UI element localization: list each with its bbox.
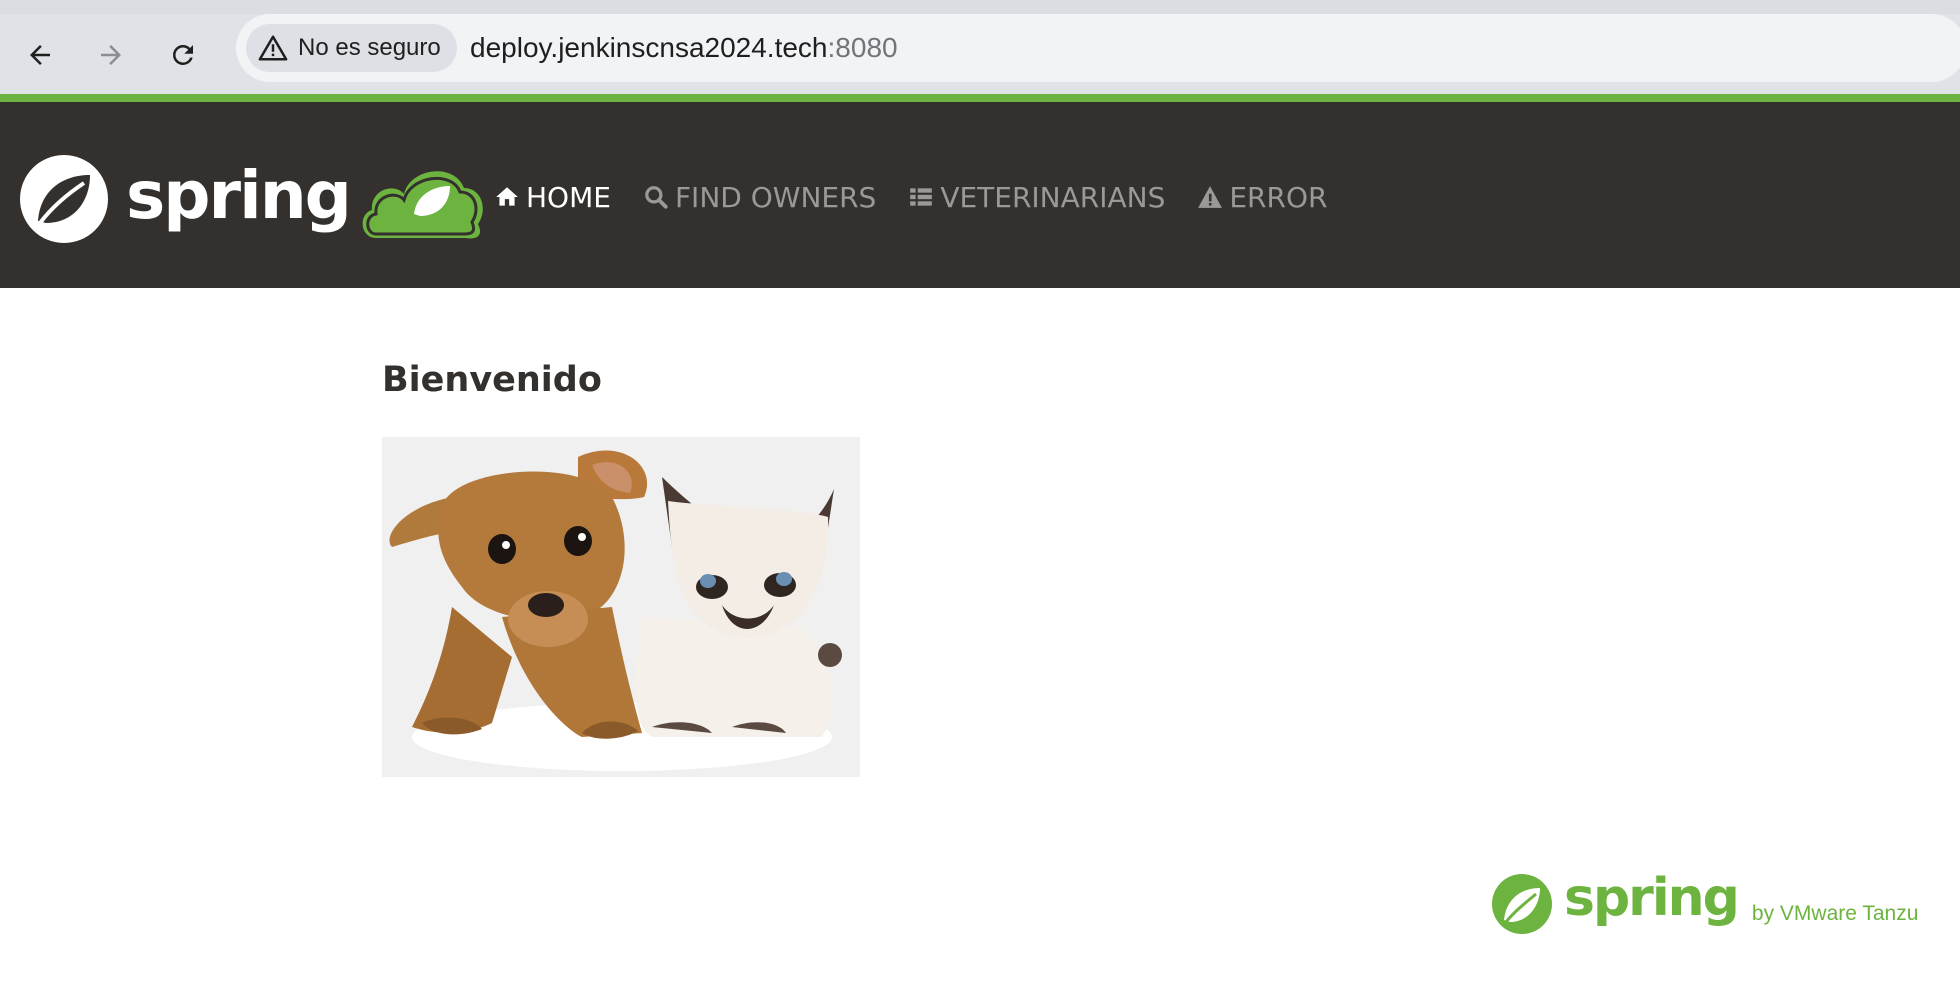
footer-wordmark: spring [1564,868,1740,928]
cloud-leaf-icon [362,171,483,239]
footer-tagline: by VMware Tanzu [1751,902,1919,925]
nav-find-owners-label: FIND OWNERS [674,180,877,214]
back-button[interactable] [13,28,67,82]
arrow-right-icon [101,45,121,65]
forward-button[interactable] [84,28,138,82]
page-title: Bienvenido [382,360,602,400]
main-content: Bienvenido [382,360,602,400]
reload-button[interactable] [156,28,210,82]
nav-home[interactable]: HOME [494,172,627,222]
reload-icon [173,45,193,65]
url-text[interactable]: deploy.jenkinscnsa2024.tech:8080 [470,32,898,64]
page-accent-bar [0,94,1960,102]
search-icon [645,186,668,209]
app-navbar: spring HOME FIND OWNERS VETERINARIANS ER… [0,102,1960,288]
security-label: No es seguro [298,34,441,61]
address-bar[interactable]: No es seguro deploy.jenkinscnsa2024.tech… [236,14,1960,82]
home-icon [496,187,518,206]
nav-home-label: HOME [526,180,611,214]
dog-and-cat-illustration [382,437,860,777]
spring-leaf-icon [1492,874,1552,934]
security-indicator[interactable]: No es seguro [246,24,457,72]
arrow-left-icon [30,45,50,65]
nav-veterinarians-label: VETERINARIANS [940,180,1166,214]
list-icon [910,188,933,206]
main-menu: HOME FIND OWNERS VETERINARIANS ERROR [494,172,1359,222]
nav-error-label: ERROR [1229,180,1328,214]
tab-strip [0,0,1960,14]
browser-chrome: No es seguro deploy.jenkinscnsa2024.tech… [0,0,1960,96]
pets-image [382,437,860,777]
nav-find-owners[interactable]: FIND OWNERS [643,172,892,222]
spring-logo[interactable]: spring [18,154,488,244]
spring-leaf-icon [20,155,108,243]
url-port: :8080 [827,32,898,63]
brand-wordmark: spring [126,156,352,234]
warning-icon [1198,186,1223,208]
url-host: deploy.jenkinscnsa2024.tech [470,32,828,63]
footer-spring-logo[interactable]: spring by VMware Tanzu [1490,868,1919,936]
warning-triangle-icon [258,35,288,61]
nav-error[interactable]: ERROR [1197,172,1343,222]
nav-veterinarians[interactable]: VETERINARIANS [908,172,1181,222]
browser-toolbar: No es seguro deploy.jenkinscnsa2024.tech… [0,14,1960,96]
